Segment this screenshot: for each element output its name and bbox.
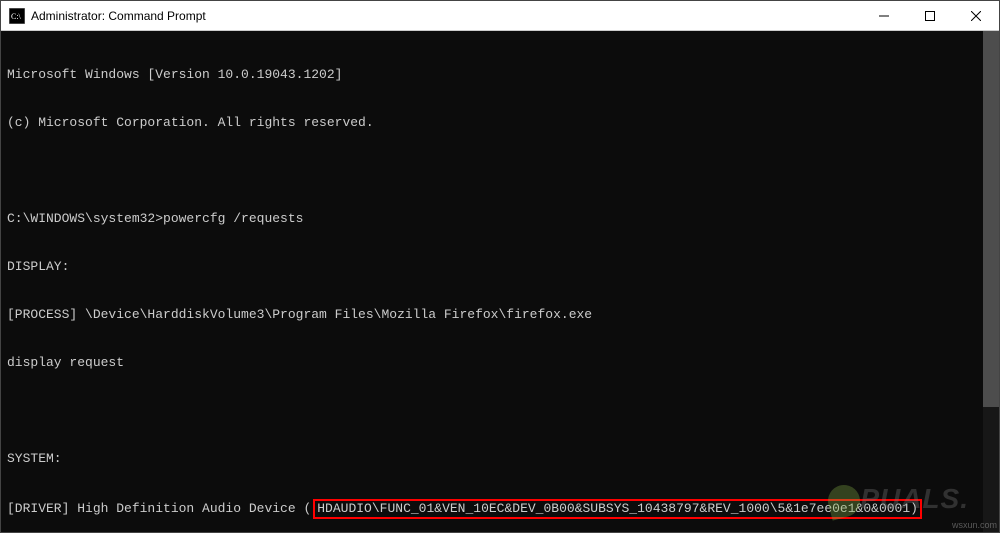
blank-line [7, 163, 993, 179]
window-titlebar: C:\ Administrator: Command Prompt [1, 1, 999, 31]
scrollbar-thumb[interactable] [983, 31, 999, 407]
display-process: [PROCESS] \Device\HarddiskVolume3\Progra… [7, 307, 993, 323]
display-header: DISPLAY: [7, 259, 993, 275]
blank-line [7, 403, 993, 419]
copyright-line: (c) Microsoft Corporation. All rights re… [7, 115, 993, 131]
window-title: Administrator: Command Prompt [31, 9, 861, 23]
source-tag: wsxun.com [952, 520, 997, 530]
prompt-path: C:\WINDOWS\system32> [7, 211, 163, 227]
minimize-button[interactable] [861, 1, 907, 30]
close-button[interactable] [953, 1, 999, 30]
command-line-1: C:\WINDOWS\system32>powercfg /requests [7, 211, 993, 227]
driver-prefix: [DRIVER] High Definition Audio Device ( [7, 501, 311, 517]
watermark-icon [824, 481, 863, 520]
version-line: Microsoft Windows [Version 10.0.19043.12… [7, 67, 993, 83]
maximize-button[interactable] [907, 1, 953, 30]
vertical-scrollbar[interactable] [983, 31, 999, 532]
window-controls [861, 1, 999, 30]
command-text: powercfg /requests [163, 211, 303, 227]
cmd-icon: C:\ [9, 8, 25, 24]
watermark-text: PUALS. [860, 483, 969, 514]
watermark: PUALS. [828, 483, 969, 517]
display-request: display request [7, 355, 993, 371]
svg-text:C:\: C:\ [11, 12, 22, 21]
terminal-output[interactable]: Microsoft Windows [Version 10.0.19043.12… [1, 31, 999, 532]
system-header: SYSTEM: [7, 451, 993, 467]
